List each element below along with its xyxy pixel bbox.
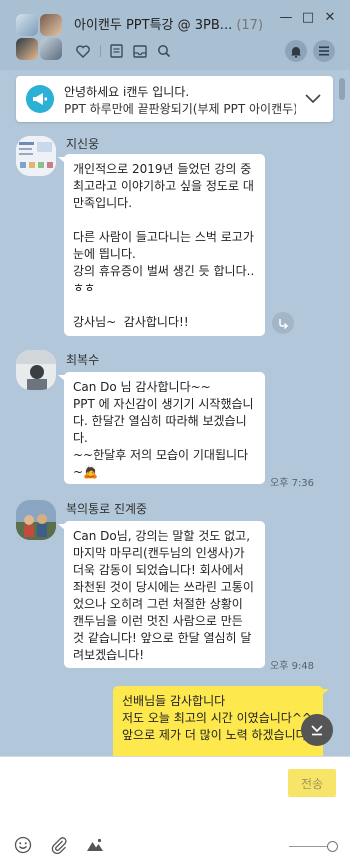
attach-icon[interactable]	[48, 834, 70, 856]
slider-handle[interactable]	[327, 841, 338, 852]
avatar[interactable]	[16, 350, 56, 390]
bubble-tail	[322, 689, 329, 695]
message-bubble[interactable]: 개인적으로 2019년 들었던 강의 중 최고라고 이야기하고 싶을 정도로 대…	[64, 154, 265, 336]
scroll-to-bottom-button[interactable]	[301, 714, 333, 746]
chat-title-text: 아이캔두 PPT특강 @ 3PB...	[74, 18, 233, 33]
notice-banner[interactable]: 안녕하세요 i캔두 입니다. PPT 하루만에 끝판왕되기(부제 PPT 아이캔…	[16, 76, 333, 122]
notice-text: PPT 하루만에 끝판왕되기(부제 PPT 아이캔두) 단톡방입니다	[64, 102, 296, 116]
avatar[interactable]	[16, 136, 56, 176]
member-avatar	[16, 14, 38, 36]
send-button[interactable]: 전송	[288, 769, 336, 797]
emoticon-icon[interactable]	[12, 834, 34, 856]
message-time: 오후 7:36	[270, 478, 315, 489]
member-avatar	[16, 38, 38, 60]
maximize-button[interactable]: □	[300, 10, 316, 26]
member-count: (17)	[236, 18, 264, 33]
heart-icon[interactable]	[72, 42, 94, 60]
title-bar: 아이캔두 PPT특강 @ 3PB... (17) — □ ✕	[0, 0, 350, 70]
minimize-button[interactable]: —	[278, 10, 294, 26]
toolbar-divider	[100, 45, 101, 57]
notice-title: 안녕하세요 i캔두 입니다.	[64, 85, 190, 99]
member-avatar	[40, 38, 62, 60]
message-sender: 복의통로 진계중	[66, 502, 148, 516]
close-button[interactable]: ✕	[322, 10, 338, 26]
input-toolbar	[12, 834, 120, 856]
message-sender: 최복수	[66, 353, 100, 367]
avatar[interactable]	[16, 500, 56, 540]
search-icon[interactable]	[153, 42, 175, 60]
message-input-area[interactable]: 전송	[0, 756, 350, 864]
chat-scrollbar[interactable]	[338, 70, 346, 756]
bell-icon[interactable]	[285, 40, 307, 62]
my-message-bubble[interactable]: 선배님들 감사합니다 저도 오늘 최고의 시간 이였습니다^^ 앞으로 제가 더…	[113, 686, 323, 756]
message-bubble[interactable]: Can Do 님 감사합니다~~ PPT 에 자신감이 생기기 시작했습니다. …	[64, 372, 265, 484]
note-icon[interactable]	[105, 42, 127, 60]
group-avatar[interactable]	[14, 12, 64, 62]
scrollbar-thumb[interactable]	[339, 78, 345, 100]
message-bubble[interactable]: Can Do님, 강의는 말할 것도 없고, 마지막 마무리(캔두님의 인생사)…	[64, 521, 265, 668]
share-icon[interactable]	[272, 312, 294, 334]
font-size-slider[interactable]	[289, 841, 338, 853]
menu-icon[interactable]	[313, 40, 335, 62]
chat-title: 아이캔두 PPT특강 @ 3PB... (17)	[74, 14, 263, 33]
megaphone-icon	[26, 85, 54, 113]
chevron-down-icon[interactable]	[303, 88, 323, 108]
chat-toolbar	[72, 42, 177, 60]
message-time: 오후 9:48	[270, 661, 315, 672]
message-sender: 지신웅	[66, 137, 100, 151]
member-avatar	[40, 14, 62, 36]
inbox-icon[interactable]	[129, 42, 151, 60]
image-icon[interactable]	[84, 834, 106, 856]
